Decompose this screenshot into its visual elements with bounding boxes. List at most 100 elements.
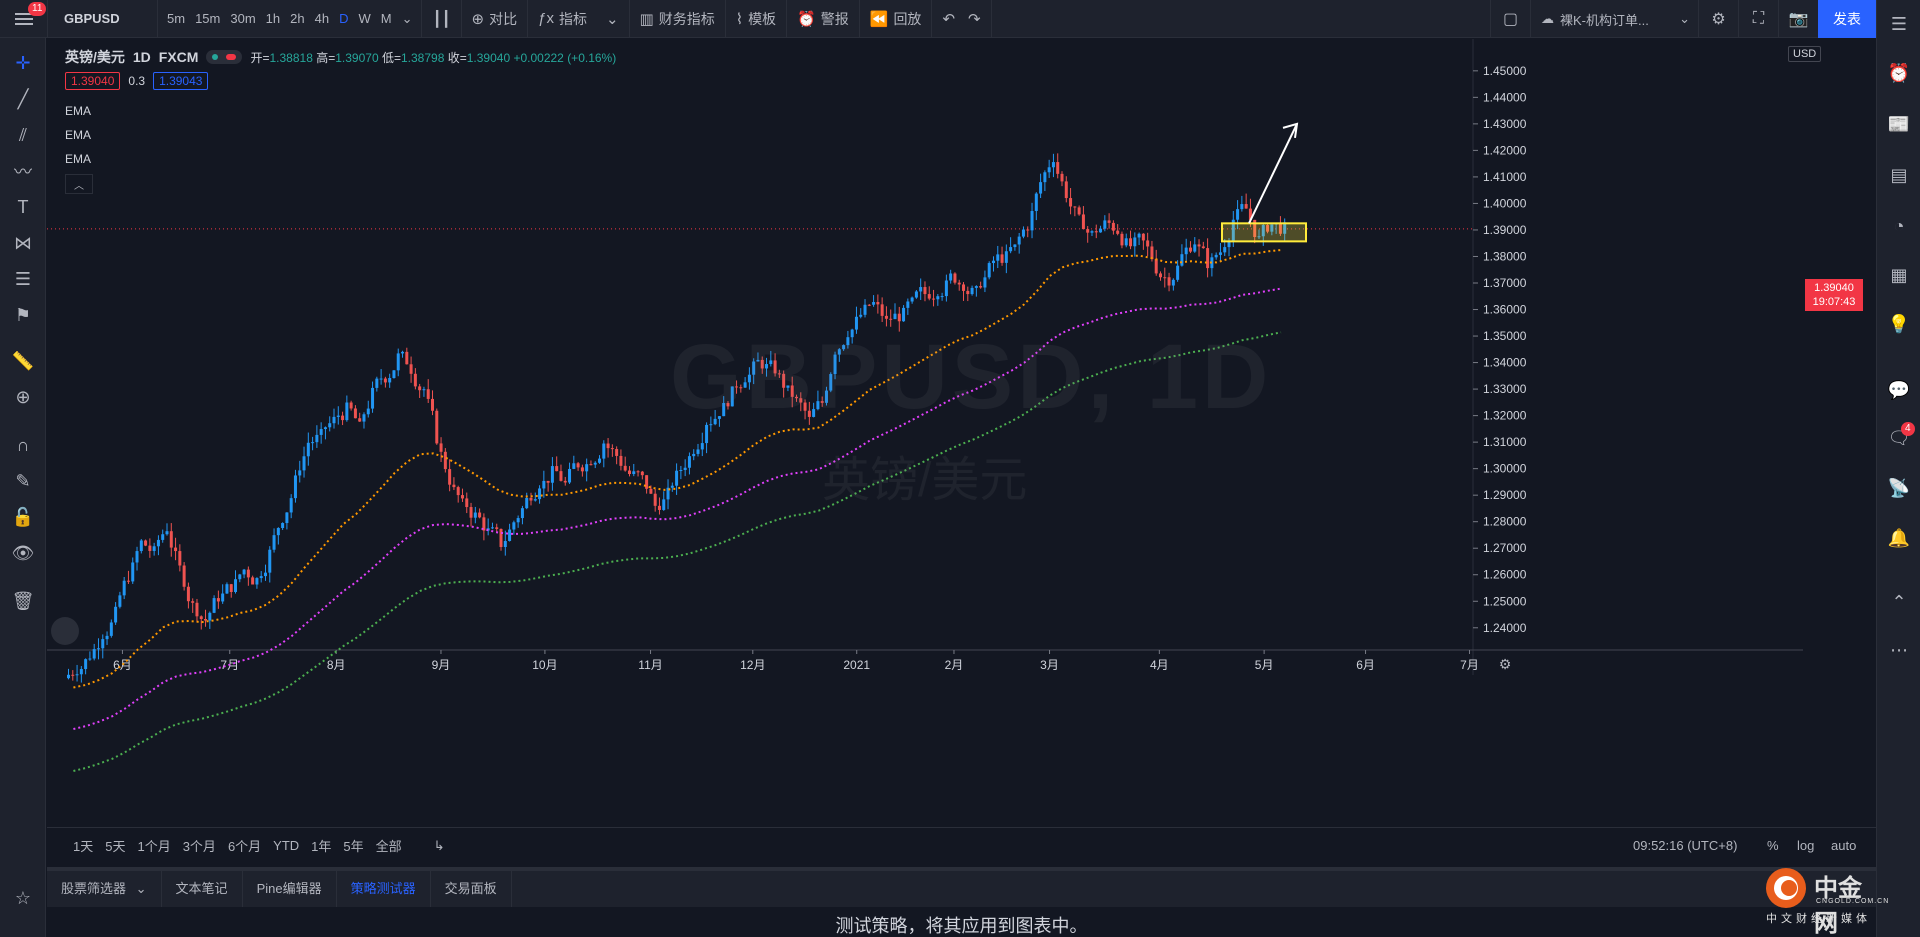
range-ytd[interactable]: YTD: [267, 838, 305, 853]
symbol-search-button[interactable]: GBPUSD: [48, 0, 158, 38]
order-panel-button[interactable]: ⌃: [1877, 584, 1920, 620]
crosshair-tool[interactable]: ✛: [0, 46, 46, 80]
hotlist-button[interactable]: ◔: [1877, 208, 1920, 244]
measure-tool[interactable]: 📏: [0, 344, 46, 378]
candle-body: [336, 415, 340, 417]
hide-tool[interactable]: 👁: [0, 536, 46, 570]
ideas-button[interactable]: 💡: [1877, 306, 1920, 342]
zoom-tool[interactable]: ⊕: [0, 380, 46, 414]
timeframe-d[interactable]: D: [334, 11, 353, 26]
candle-body: [272, 535, 276, 550]
timeframe-2h[interactable]: 2h: [285, 11, 309, 26]
ema-indicator-1[interactable]: EMA: [65, 104, 91, 118]
candle-body: [225, 584, 229, 594]
messages-button[interactable]: 🗨 4: [1877, 420, 1920, 456]
candle-body: [396, 353, 400, 371]
timeframe-4h[interactable]: 4h: [310, 11, 334, 26]
bottom-panel-tabs: 股票筛选器 ⌄ 文本笔记 Pine编辑器 策略测试器 交易面板: [47, 867, 1876, 907]
candle-body: [448, 469, 452, 485]
auto-toggle[interactable]: auto: [1825, 838, 1862, 853]
timeframe-15m[interactable]: 15m: [190, 11, 225, 26]
timeframe-5m[interactable]: 5m: [162, 11, 190, 26]
chat-button[interactable]: 💬: [1877, 372, 1920, 408]
streams-button[interactable]: 📡: [1877, 470, 1920, 506]
ema-indicator-2[interactable]: EMA: [65, 128, 91, 142]
log-toggle[interactable]: log: [1791, 838, 1820, 853]
series-name[interactable]: 英镑/美元: [65, 47, 125, 67]
trendline-tool[interactable]: ╱: [0, 82, 46, 116]
templates-button[interactable]: ⌇ 模板: [726, 0, 788, 38]
stay-drawing-tool[interactable]: ✎: [0, 464, 46, 498]
chevron-down-icon[interactable]: ⌄: [397, 11, 418, 27]
collapse-legend-button[interactable]: ︿: [65, 174, 93, 194]
chart-pane[interactable]: 1.24000 1.25000 1.26000 1.27000 1.28000 1.290…: [47, 39, 1803, 825]
remove-drawings-tool[interactable]: 🗑: [0, 584, 46, 618]
tab-trading-panel[interactable]: 交易面板: [431, 871, 512, 907]
compare-button[interactable]: ⊕ 对比: [462, 0, 529, 38]
ask-button[interactable]: 1.39043: [153, 72, 209, 90]
tab-stock-screener[interactable]: 股票筛选器 ⌄: [47, 871, 162, 907]
ema-indicator-3[interactable]: EMA: [65, 152, 91, 166]
timeframe-30m[interactable]: 30m: [225, 11, 260, 26]
chart-type-button[interactable]: ┃┃: [422, 0, 462, 38]
range-5d[interactable]: 5天: [99, 836, 131, 855]
tab-text-notes[interactable]: 文本笔记: [162, 871, 243, 907]
layout-selector[interactable]: ☁ 裸K-机构订单... ⌄: [1530, 0, 1698, 38]
percent-toggle[interactable]: %: [1761, 838, 1785, 853]
calendar-button[interactable]: ▦: [1877, 257, 1920, 293]
fullscreen-button[interactable]: ⛶: [1738, 0, 1778, 38]
pattern-tool[interactable]: 〰: [0, 154, 46, 188]
range-5y[interactable]: 5年: [337, 836, 369, 855]
candle-body: [1180, 254, 1184, 266]
fib-tool[interactable]: ⫽: [0, 118, 46, 152]
tab-strategy-tester[interactable]: 策略测试器: [337, 871, 431, 907]
icons-tool[interactable]: ⚑: [0, 298, 46, 332]
publish-button[interactable]: 发表: [1818, 0, 1876, 38]
dom-button[interactable]: ⋯: [1877, 632, 1920, 668]
timeframe-w[interactable]: W: [353, 11, 375, 26]
indicators-button[interactable]: ƒx 指标 ⌄: [528, 0, 630, 38]
undo-icon[interactable]: ↶: [942, 10, 955, 28]
candle-body: [109, 622, 113, 636]
range-all[interactable]: 全部: [370, 836, 408, 855]
range-6m[interactable]: 6个月: [222, 836, 267, 855]
snapshot-button[interactable]: 📷: [1778, 0, 1818, 38]
notifications-button[interactable]: 🔔: [1877, 520, 1920, 556]
candle-body: [349, 402, 353, 409]
magnet-tool[interactable]: ∩: [0, 428, 46, 462]
watchlist-button[interactable]: ☰: [1877, 6, 1920, 42]
settings-button[interactable]: ⚙: [1698, 0, 1738, 38]
candle-body: [285, 512, 289, 524]
alerts-panel-button[interactable]: ⏰: [1877, 55, 1920, 91]
currency-label[interactable]: USD: [1788, 46, 1822, 62]
candle-body: [1163, 277, 1167, 279]
xabcd-tool[interactable]: ⋈: [0, 226, 46, 260]
tab-pine-editor[interactable]: Pine编辑器: [243, 871, 337, 907]
goto-date-icon[interactable]: ↳: [428, 838, 451, 854]
data-window-button[interactable]: ▤: [1877, 157, 1920, 193]
text-tool[interactable]: T: [0, 190, 46, 224]
range-1m[interactable]: 1个月: [131, 836, 176, 855]
timeframe-m[interactable]: M: [376, 11, 397, 26]
highlight-rectangle: [1221, 222, 1307, 243]
timeframe-1h[interactable]: 1h: [261, 11, 285, 26]
fullscreen-layout-button[interactable]: ▢: [1490, 0, 1530, 38]
candle-body: [910, 297, 914, 302]
range-1y[interactable]: 1年: [305, 836, 337, 855]
forecast-tool[interactable]: ☰: [0, 262, 46, 296]
market-status-toggle[interactable]: [206, 50, 243, 64]
news-button[interactable]: 📰: [1877, 106, 1920, 142]
alerts-button[interactable]: ⏰ 警报: [787, 0, 860, 38]
favorites-tool[interactable]: ☆: [0, 881, 46, 915]
range-3m[interactable]: 3个月: [177, 836, 222, 855]
lock-tool[interactable]: 🔓: [0, 500, 46, 534]
financials-button[interactable]: ▥ 财务指标: [630, 0, 726, 38]
main-menu-button[interactable]: 11: [0, 0, 48, 38]
replay-button[interactable]: ⏪ 回放: [860, 0, 933, 38]
range-1d[interactable]: 1天: [67, 836, 99, 855]
bid-button[interactable]: 1.39040: [65, 72, 121, 90]
redo-icon[interactable]: ↷: [968, 10, 981, 28]
price-chart[interactable]: 1.24000 1.25000 1.26000 1.27000 1.28000 1.290…: [47, 39, 1803, 825]
clock-time[interactable]: 09:52:16 (UTC+8): [1627, 838, 1743, 853]
candle-body: [281, 523, 285, 529]
